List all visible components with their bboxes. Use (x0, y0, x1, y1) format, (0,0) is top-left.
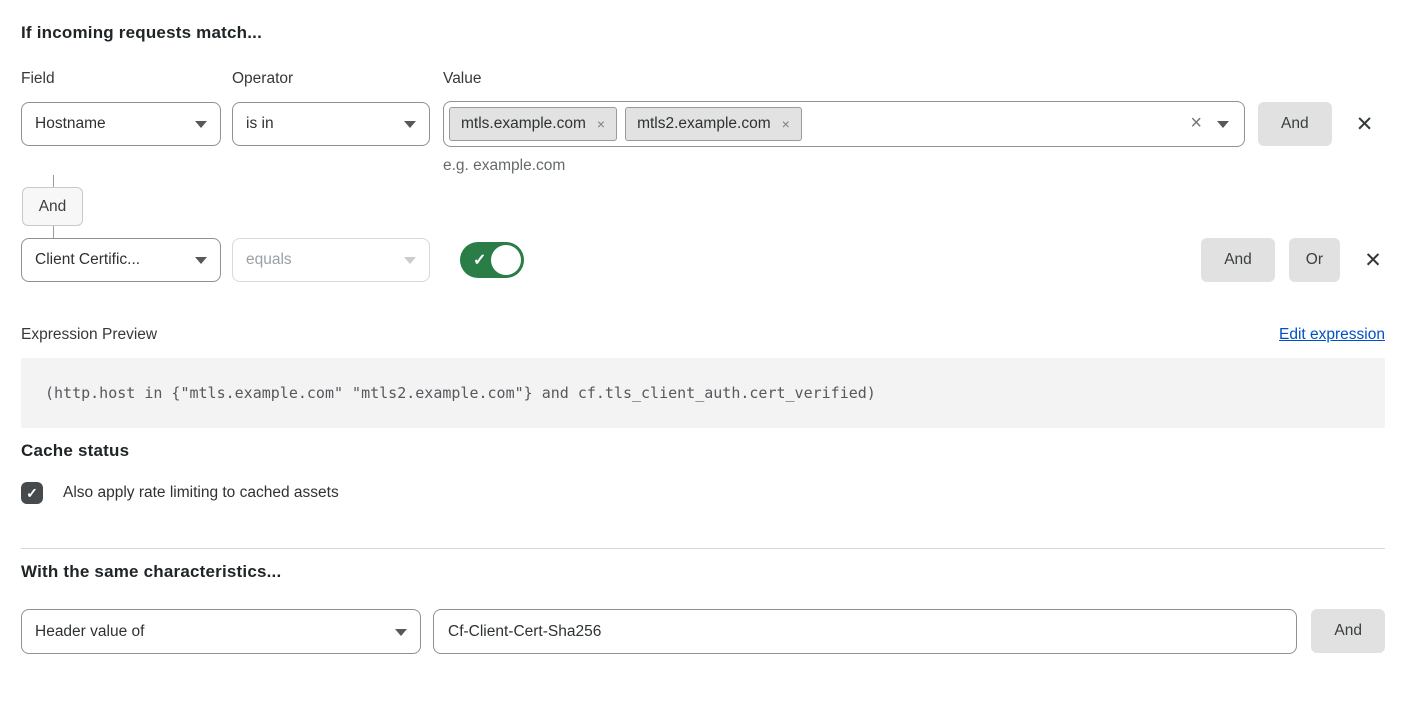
edit-expression-link[interactable]: Edit expression (1279, 326, 1385, 344)
check-icon: ✓ (26, 485, 38, 502)
cert-verified-toggle[interactable]: ✓ (460, 242, 524, 278)
characteristic-select[interactable]: Header value of (21, 609, 421, 654)
clear-values-icon[interactable]: × (1190, 113, 1202, 133)
chevron-down-icon (404, 121, 416, 128)
check-icon: ✓ (473, 250, 486, 270)
remove-row-icon[interactable]: ✕ (1361, 238, 1385, 282)
toggle-knob (491, 245, 521, 275)
value-column: mtls.example.com × mtls2.example.com × ×… (443, 102, 1245, 175)
expression-preview-label: Expression Preview (21, 326, 157, 344)
field-select-value: Client Certific... (35, 251, 140, 269)
connector-line (53, 175, 54, 187)
remove-tag-icon[interactable]: × (782, 116, 790, 132)
value-tag: mtls2.example.com × (625, 107, 802, 141)
field-select[interactable]: Hostname (21, 102, 221, 146)
field-select-row2[interactable]: Client Certific... (21, 238, 221, 282)
connector-line (53, 226, 54, 238)
chevron-down-icon (395, 629, 407, 636)
value-tag: mtls.example.com × (449, 107, 617, 141)
characteristic-row: Header value of And (21, 609, 1385, 654)
match-section-title: If incoming requests match... (21, 23, 1385, 43)
remove-row-icon[interactable]: ✕ (1353, 102, 1377, 146)
cached-assets-checkbox[interactable]: ✓ (21, 482, 43, 504)
characteristic-select-value: Header value of (35, 623, 144, 641)
and-connector-button[interactable]: And (22, 187, 83, 226)
cache-status-title: Cache status (21, 441, 1385, 461)
rule-builder: If incoming requests match... Field Oper… (0, 0, 1420, 654)
tag-text: mtls.example.com (461, 115, 586, 133)
and-button-row1[interactable]: And (1258, 102, 1332, 146)
chevron-down-icon (195, 257, 207, 264)
column-labels: Field Operator Value (21, 70, 1385, 88)
cache-checkbox-row: ✓ Also apply rate limiting to cached ass… (21, 482, 1385, 504)
section-divider (21, 548, 1385, 549)
or-button-row2[interactable]: Or (1289, 238, 1340, 282)
value-multiselect[interactable]: mtls.example.com × mtls2.example.com × × (443, 101, 1245, 147)
operator-select-value: equals (246, 251, 292, 269)
expression-header: Expression Preview Edit expression (21, 326, 1385, 344)
value-label: Value (443, 70, 482, 88)
and-connector: And (21, 175, 1385, 238)
and-button-row2[interactable]: And (1201, 238, 1275, 282)
operator-select-value: is in (246, 115, 274, 133)
cached-assets-checkbox-label: Also apply rate limiting to cached asset… (63, 484, 339, 502)
tag-text: mtls2.example.com (637, 115, 771, 133)
expression-code: (http.host in {"mtls.example.com" "mtls2… (21, 358, 1385, 428)
chevron-down-icon (195, 121, 207, 128)
value-helper-text: e.g. example.com (443, 157, 1245, 175)
condition-row-1: Hostname is in mtls.example.com × mtls2.… (21, 102, 1385, 175)
and-characteristic-button[interactable]: And (1311, 609, 1385, 653)
field-select-value: Hostname (35, 115, 106, 133)
operator-label: Operator (232, 70, 430, 88)
field-label: Field (21, 70, 221, 88)
chevron-down-icon[interactable] (1217, 121, 1229, 128)
operator-select[interactable]: is in (232, 102, 430, 146)
condition-row-2: Client Certific... equals ✓ And Or ✕ (21, 238, 1385, 282)
chevron-down-icon (404, 257, 416, 264)
operator-select-disabled: equals (232, 238, 430, 282)
characteristics-title: With the same characteristics... (21, 562, 1385, 582)
header-name-input[interactable] (433, 609, 1297, 654)
remove-tag-icon[interactable]: × (597, 116, 605, 132)
